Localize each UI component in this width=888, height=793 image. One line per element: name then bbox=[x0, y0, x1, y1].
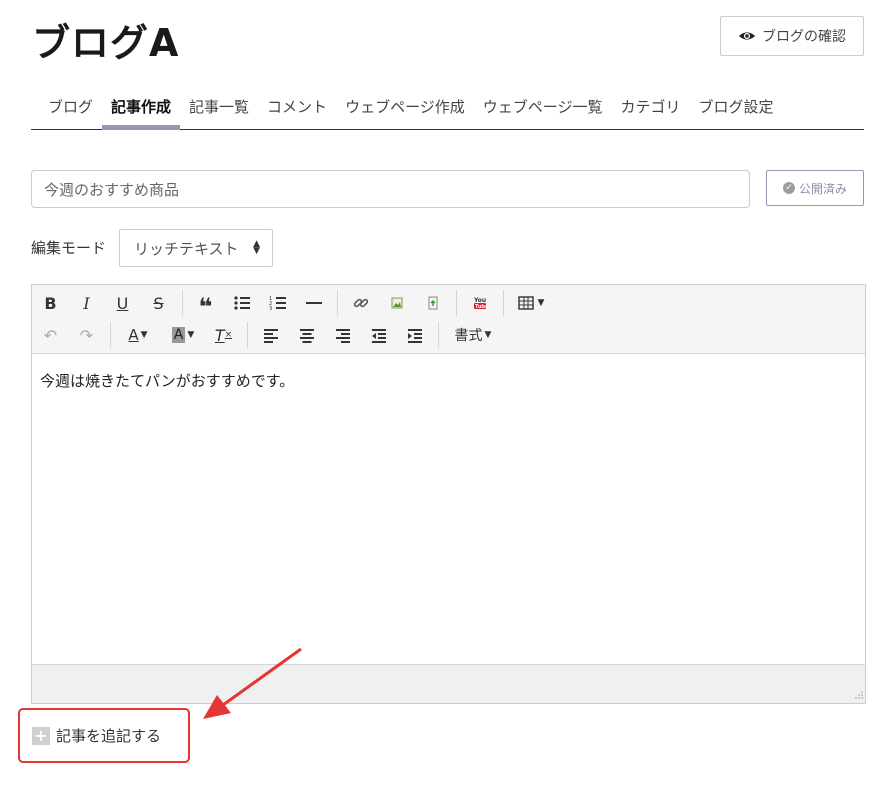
text-color-icon[interactable]: A ▼ bbox=[121, 322, 155, 348]
add-article-button[interactable]: + 記事を追記する bbox=[18, 708, 190, 763]
red-arrow-icon bbox=[203, 647, 302, 719]
svg-text:Tube: Tube bbox=[475, 304, 489, 310]
view-blog-label: ブログの確認 bbox=[762, 29, 846, 45]
bulleted-list-icon[interactable] bbox=[229, 290, 254, 316]
outdent-icon[interactable] bbox=[366, 322, 391, 348]
nav-tabs: ブログ 記事作成 記事一覧 コメント ウェブページ作成 ウェブページ一覧 カテゴ… bbox=[31, 84, 864, 130]
italic-icon[interactable]: I bbox=[74, 290, 99, 316]
image-icon[interactable] bbox=[384, 290, 409, 316]
clear-format-icon[interactable]: T × bbox=[211, 322, 236, 348]
editor-statusbar bbox=[32, 664, 865, 703]
tab-create-webpage[interactable]: ウェブページ作成 bbox=[336, 84, 474, 129]
resize-handle-icon[interactable] bbox=[853, 691, 863, 701]
tab-blog-settings[interactable]: ブログ設定 bbox=[689, 84, 782, 129]
underline-icon[interactable]: U bbox=[110, 290, 135, 316]
tab-blog[interactable]: ブログ bbox=[31, 84, 102, 129]
tab-categories[interactable]: カテゴリ bbox=[611, 84, 689, 129]
edit-mode-label: 編集モード bbox=[31, 239, 107, 257]
editor-toolbar: B I U S ❝ 123 YouTube ▼ ↶ ↷ A▼ A▼ T× bbox=[32, 285, 865, 354]
plus-icon: + bbox=[32, 726, 50, 745]
editor-content[interactable]: 今週は焼きたてパンがおすすめです。 bbox=[32, 354, 865, 665]
add-article-label: 記事を追記する bbox=[56, 727, 162, 745]
tab-article-list[interactable]: 記事一覧 bbox=[180, 84, 258, 129]
page-title: ブログA bbox=[32, 21, 180, 65]
publish-button[interactable]: ✓ 公開済み bbox=[766, 170, 864, 206]
tab-comments[interactable]: コメント bbox=[258, 84, 336, 129]
sort-arrows-icon: ▲ ▼ bbox=[253, 239, 260, 256]
view-blog-button[interactable]: ブログの確認 bbox=[720, 16, 864, 56]
file-upload-icon[interactable] bbox=[420, 290, 445, 316]
edit-mode-select[interactable]: リッチテキスト ▲ ▼ bbox=[119, 229, 273, 267]
background-color-icon[interactable]: A ▼ bbox=[166, 322, 200, 348]
publish-label: 公開済み bbox=[798, 181, 847, 196]
link-icon[interactable] bbox=[348, 290, 373, 316]
rich-text-editor: B I U S ❝ 123 YouTube ▼ ↶ ↷ A▼ A▼ T× bbox=[31, 284, 866, 704]
svg-text:3: 3 bbox=[269, 306, 272, 312]
indent-icon[interactable] bbox=[402, 322, 427, 348]
tab-create-article[interactable]: 記事作成 bbox=[102, 84, 181, 130]
format-label: 書式 bbox=[454, 328, 483, 344]
blockquote-icon[interactable]: ❝ bbox=[193, 290, 218, 321]
strikethrough-icon[interactable]: S bbox=[146, 290, 171, 316]
check-circle-icon: ✓ bbox=[782, 182, 795, 194]
align-center-icon[interactable] bbox=[294, 322, 319, 348]
align-left-icon[interactable] bbox=[258, 322, 283, 348]
redo-icon[interactable]: ↷ bbox=[74, 322, 99, 348]
svg-text:You: You bbox=[473, 297, 486, 304]
numbered-list-icon[interactable]: 123 bbox=[265, 290, 290, 316]
eye-icon bbox=[738, 32, 756, 40]
youtube-icon[interactable]: You Tube bbox=[467, 290, 492, 316]
undo-icon[interactable]: ↶ bbox=[38, 322, 63, 348]
align-right-icon[interactable] bbox=[330, 322, 355, 348]
format-dropdown[interactable]: 書式 ▼ bbox=[449, 322, 497, 348]
bold-icon[interactable]: B bbox=[38, 290, 63, 316]
horizontal-rule-icon[interactable] bbox=[301, 290, 326, 316]
table-icon[interactable]: ▼ bbox=[514, 290, 548, 316]
tab-webpage-list[interactable]: ウェブページ一覧 bbox=[474, 84, 612, 129]
article-title-input[interactable]: 今週のおすすめ商品 bbox=[31, 170, 750, 208]
edit-mode-value: リッチテキスト bbox=[134, 239, 239, 258]
